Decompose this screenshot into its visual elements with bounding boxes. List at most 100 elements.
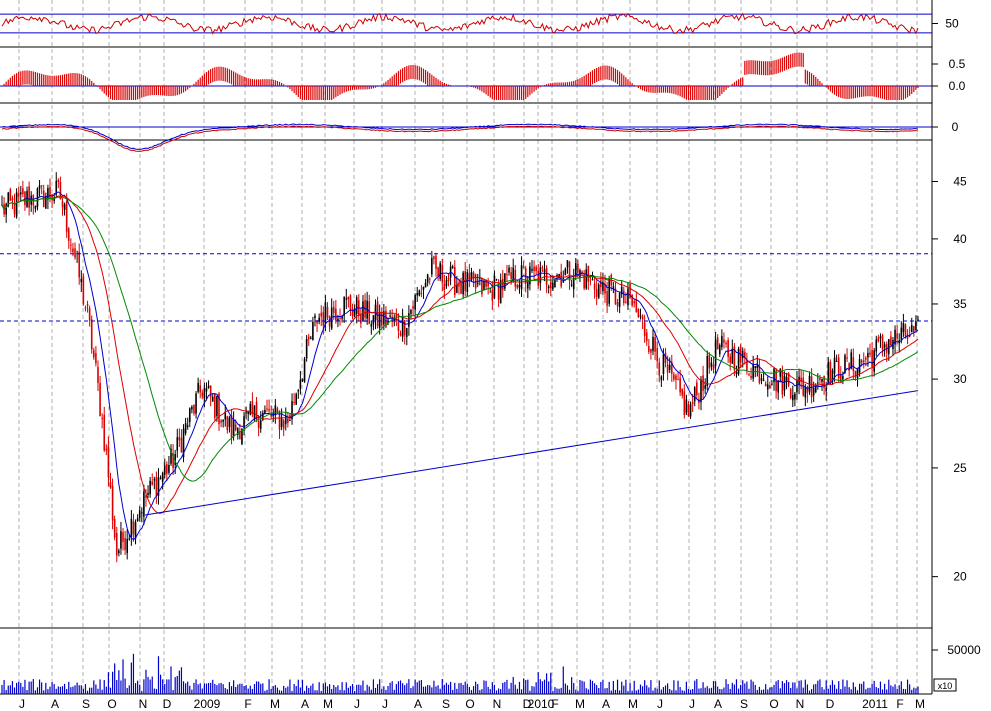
histogram-bar [130,86,132,100]
volume-bar [585,688,587,694]
volume-bar [527,679,529,694]
volume-bar [489,689,491,694]
histogram-bar [189,86,191,88]
volume-bar [262,683,264,694]
volume-bar [550,672,552,694]
histogram-bar [97,86,99,88]
volume-bar [368,686,370,694]
histogram-bar [439,80,441,86]
histogram-bar [306,86,308,100]
volume-bar [589,679,592,694]
price-candle-body [812,388,815,396]
volume-bar [644,680,646,694]
volume-bar [537,672,539,694]
price-candle-body [910,324,913,333]
price-candle-body [63,204,66,210]
histogram-bar [539,86,541,88]
histogram-bar [422,68,425,83]
price-candle-body [205,388,208,392]
price-candle-body [295,394,298,405]
volume-bar [360,685,362,694]
histogram-bar [598,66,600,81]
price-candle-body [149,480,151,495]
volume-bar [18,681,20,694]
volume-bar [157,656,160,694]
volume-bar [80,685,82,694]
volume-bar [829,684,831,694]
volume-bar [706,686,708,694]
price-candle-body [883,344,886,348]
histogram-bar [289,86,291,90]
histogram-bar [698,86,700,100]
price-candle-body [343,296,345,316]
volume-bar [164,683,166,694]
volume-bar [201,688,203,694]
price-candle-body [825,387,827,392]
histogram-bar [324,86,327,100]
price-candle-body [278,413,281,430]
histogram-bar [393,74,395,86]
volume-bar [3,680,5,694]
volume-bar [863,681,865,694]
volume-bar [399,680,402,694]
price-candle-body [65,201,68,232]
histogram-bar [318,86,320,100]
histogram-bar [450,85,452,86]
histogram-bar [758,60,761,75]
histogram-bar [132,86,135,100]
volume-bar [314,690,316,694]
histogram-bar [134,86,137,100]
price-candle-body [266,408,268,410]
volume-bar [274,685,276,694]
histogram-bar [694,86,696,100]
price-candle-body [618,293,621,307]
histogram-bar [637,86,640,89]
volume-bar [414,679,416,694]
volume-bar [11,681,14,694]
volume-bar [433,680,435,694]
histogram-bar [591,70,594,85]
price-candle-body [126,538,128,554]
histogram-bar [103,86,105,94]
price-candle-body [902,323,905,333]
histogram-bar [875,86,877,98]
price-tick-label: 40 [953,232,967,246]
volume-bar [76,682,78,694]
price-candle-body [792,394,794,401]
volume-bar [462,684,464,694]
trendline [145,390,919,516]
histogram-bar [844,86,846,99]
volume-bar [614,689,617,694]
volume-bar [656,688,658,694]
price-candle-body [539,267,542,284]
volume-bar [566,685,569,694]
volume-bar [783,683,786,694]
histogram-bar [495,86,498,100]
histogram-bar [70,73,72,86]
volume-bar [545,673,548,694]
histogram-bar [817,78,819,86]
price-candle-body [166,464,168,474]
volume-bar [258,681,260,694]
histogram-bar [237,73,239,86]
volume-bar [804,679,806,694]
volume-bar [681,690,683,694]
volume-bar [408,679,410,694]
price-candle-body [493,275,496,299]
volume-bar [731,682,733,694]
volume-bar [906,679,909,694]
histogram-bar [278,81,281,86]
volume-bar [397,681,400,694]
volume-bar [47,689,49,694]
histogram-bar [554,82,556,86]
histogram-bar [752,60,754,75]
volume-bar [172,690,174,694]
histogram-bar [869,86,871,97]
volume-bar [126,687,128,694]
price-candle-body [435,255,437,270]
volume-bar [685,681,687,694]
histogram-bar [583,75,585,86]
price-candle-body [15,192,18,217]
price-candle-body [516,284,519,289]
x-axis-label: J [657,697,663,711]
